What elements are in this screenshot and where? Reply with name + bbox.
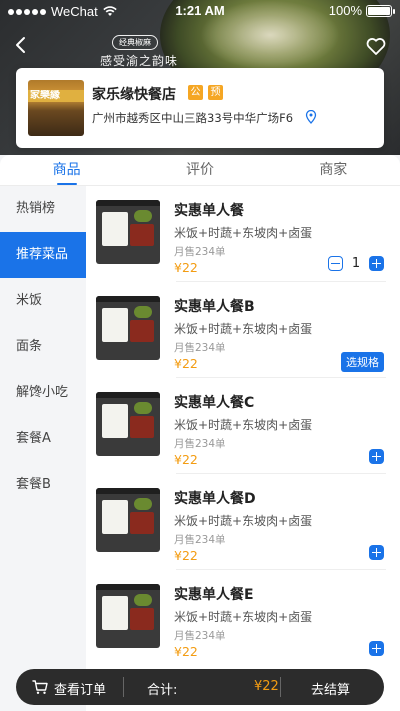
product-desc: 米饭+时蔬+东坡肉+卤蛋 — [174, 322, 313, 336]
status-bar: WeChat 1:21 AM 100% — [0, 0, 400, 22]
category-snacks[interactable]: 解馋小吃 — [0, 370, 86, 416]
plus-icon[interactable] — [369, 641, 384, 656]
product-desc: 米饭+时蔬+东坡肉+卤蛋 — [174, 226, 313, 240]
tab-reviews[interactable]: 评价 — [133, 155, 266, 185]
product-desc: 米饭+时蔬+东坡肉+卤蛋 — [174, 514, 313, 528]
tab-merchant[interactable]: 商家 — [267, 155, 400, 185]
category-rice[interactable]: 米饭 — [0, 278, 86, 324]
category-set-a[interactable]: 套餐A — [0, 416, 86, 462]
product-image — [96, 296, 160, 360]
quantity-value: 1 — [351, 256, 361, 271]
banner-slogan: 感受渝之韵味 — [100, 54, 179, 68]
tab-bar: 商品 评价 商家 — [0, 155, 400, 185]
total-label: 合计: — [147, 683, 178, 698]
banner-badge: 经典椒麻 — [112, 35, 158, 50]
category-set-b[interactable]: 套餐B — [0, 462, 86, 508]
product-image — [96, 392, 160, 456]
shop-photo-sign: 家樂縁 — [28, 90, 84, 102]
shop-photo: 家樂縁 — [28, 80, 84, 136]
tab-products[interactable]: 商品 — [0, 155, 133, 185]
product-price: ¥22 — [174, 452, 198, 467]
list-item[interactable]: 实惠单人餐C 米饭+时蔬+东坡肉+卤蛋 月售234单 ¥22 — [86, 378, 400, 474]
product-name: 实惠单人餐 — [174, 203, 244, 219]
product-price: ¥22 — [174, 548, 198, 563]
shop-info-card[interactable]: 家樂縁 家乐缘快餐店 公 预 广州市越秀区中山三路33号中华广场F6 — [16, 68, 384, 148]
battery-icon — [366, 4, 395, 17]
product-sold: 月售234单 — [174, 438, 226, 450]
minus-icon[interactable] — [328, 256, 343, 271]
total-amount: ¥22 — [254, 679, 279, 694]
product-image — [96, 584, 160, 648]
view-order-button[interactable]: 查看订单 — [54, 679, 106, 698]
location-icon[interactable] — [305, 110, 317, 124]
product-price: ¥22 — [174, 644, 198, 659]
list-item[interactable]: 实惠单人餐E 米饭+时蔬+东坡肉+卤蛋 月售234单 ¥22 — [86, 570, 400, 666]
product-name: 实惠单人餐C — [174, 395, 255, 411]
cart-bar: 查看订单 合计: ¥22 去结算 — [16, 669, 384, 705]
shop-name: 家乐缘快餐店 — [92, 87, 176, 103]
back-icon[interactable] — [10, 34, 32, 56]
battery-percent: 100% — [328, 3, 362, 18]
cart-icon[interactable] — [32, 679, 48, 695]
list-item[interactable]: 实惠单人餐D 米饭+时蔬+东坡肉+卤蛋 月售234单 ¥22 — [86, 474, 400, 570]
shop-address: 广州市越秀区中山三路33号中华广场F6 — [92, 111, 294, 125]
quantity-stepper: 1 — [328, 256, 384, 271]
product-image — [96, 200, 160, 264]
category-noodles[interactable]: 面条 — [0, 324, 86, 370]
shop-tag-reserve: 预 — [208, 85, 223, 100]
divider — [123, 677, 124, 697]
shop-tag-public: 公 — [188, 85, 203, 100]
checkout-button[interactable]: 去结算 — [311, 679, 350, 698]
divider — [280, 677, 281, 697]
product-list: 实惠单人餐 米饭+时蔬+东坡肉+卤蛋 月售234单 ¥22 1 实惠单人餐B 米… — [86, 186, 400, 711]
plus-icon[interactable] — [369, 449, 384, 464]
heart-icon[interactable] — [364, 34, 388, 58]
plus-icon[interactable] — [369, 256, 384, 271]
category-hot[interactable]: 热销榜 — [0, 186, 86, 232]
product-sold: 月售234单 — [174, 534, 226, 546]
product-price: ¥22 — [174, 356, 198, 371]
product-sold: 月售234单 — [174, 342, 226, 354]
category-recommended[interactable]: 推荐菜品 — [0, 232, 86, 278]
product-sold: 月售234单 — [174, 246, 226, 258]
plus-icon[interactable] — [369, 545, 384, 560]
product-price: ¥22 — [174, 260, 198, 275]
list-item[interactable]: 实惠单人餐 米饭+时蔬+东坡肉+卤蛋 月售234单 ¥22 1 — [86, 186, 400, 282]
product-sold: 月售234单 — [174, 630, 226, 642]
product-name: 实惠单人餐E — [174, 587, 254, 603]
product-name: 实惠单人餐D — [174, 491, 256, 507]
product-image — [96, 488, 160, 552]
product-name: 实惠单人餐B — [174, 299, 255, 315]
product-desc: 米饭+时蔬+东坡肉+卤蛋 — [174, 418, 313, 432]
category-sidebar: 热销榜 推荐菜品 米饭 面条 解馋小吃 套餐A 套餐B — [0, 186, 86, 711]
select-spec-button[interactable]: 选规格 — [341, 352, 384, 372]
product-desc: 米饭+时蔬+东坡肉+卤蛋 — [174, 610, 313, 624]
list-item[interactable]: 实惠单人餐B 米饭+时蔬+东坡肉+卤蛋 月售234单 ¥22 选规格 — [86, 282, 400, 378]
